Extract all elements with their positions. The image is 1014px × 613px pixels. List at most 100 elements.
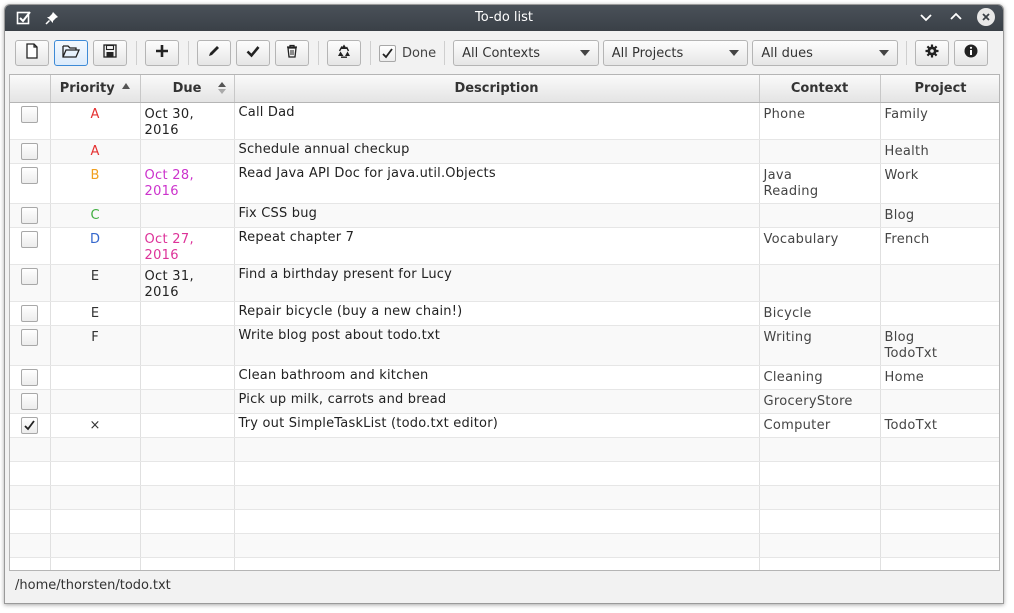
empty-cell (880, 557, 999, 570)
task-priority: E (50, 264, 141, 302)
task-table-body: A Oct 30, 2016 Call Dad Phone Family A Schedul… (10, 102, 999, 570)
empty-cell (140, 509, 235, 534)
save-file-button[interactable] (93, 40, 127, 66)
task-done-checkbox[interactable] (21, 416, 39, 434)
empty-cell (759, 461, 881, 486)
task-priority: A (50, 139, 141, 164)
task-done-cell (10, 325, 51, 366)
task-row[interactable]: B Oct 28, 2016 Read Java API Doc for java.… (10, 163, 999, 204)
project-filter-select[interactable]: All Projects (602, 40, 749, 66)
task-context: Cleaning (759, 365, 881, 390)
task-row[interactable]: Clean bathroom and kitchen Cleaning Home (10, 365, 999, 390)
empty-cell (234, 437, 760, 462)
task-description: Pick up milk, carrots and bread (234, 389, 760, 414)
task-done-checkbox[interactable] (21, 230, 39, 248)
task-row[interactable]: × Try out SimpleTaskList (todo.txt editor… (10, 413, 999, 438)
task-project (880, 264, 999, 302)
task-done-checkbox[interactable] (21, 166, 39, 184)
chevron-down-icon (879, 50, 890, 56)
task-row[interactable]: D Oct 27, 2016 Repeat chapter 7 Vocabulary F… (10, 227, 999, 265)
done-filter-toggle[interactable]: Done (378, 44, 436, 62)
empty-cell (10, 461, 51, 486)
task-done-checkbox[interactable] (21, 328, 39, 346)
task-row[interactable]: C Fix CSS bug Blog (10, 203, 999, 228)
about-button[interactable] (954, 40, 989, 66)
done-filter-checkbox[interactable] (378, 44, 396, 62)
close-window-icon[interactable] (977, 8, 995, 26)
task-row[interactable]: A Schedule annual checkup Health (10, 139, 999, 164)
task-done-checkbox[interactable] (21, 206, 39, 224)
gear-icon (925, 44, 939, 62)
task-row[interactable]: E Repair bicycle (buy a new chain!) Bicycl… (10, 301, 999, 326)
task-context: Vocabulary (759, 227, 881, 265)
empty-cell (10, 437, 51, 462)
save-disk-icon (103, 44, 117, 62)
archive-done-button[interactable] (326, 40, 361, 66)
empty-cell (140, 557, 235, 570)
project-filter-value: All Projects (611, 45, 684, 61)
empty-cell (140, 461, 235, 486)
task-done-cell (10, 227, 51, 265)
task-project: Home (880, 365, 999, 390)
column-header-description[interactable]: Description (234, 75, 760, 103)
add-task-button[interactable] (144, 40, 179, 66)
sort-ascending-icon (122, 79, 131, 94)
column-header-project[interactable]: Project (880, 75, 999, 103)
empty-row (10, 509, 999, 534)
task-description: Call Dad (234, 102, 760, 140)
empty-cell (234, 461, 760, 486)
table-header-row: Priority Due Description Context Project (10, 75, 999, 103)
open-file-button[interactable] (54, 40, 88, 66)
empty-cell (140, 437, 235, 462)
column-header-context[interactable]: Context (759, 75, 881, 103)
task-row[interactable]: Pick up milk, carrots and bread GrocerySt… (10, 389, 999, 414)
column-header-done[interactable] (10, 75, 51, 103)
chevron-down-icon (729, 50, 740, 56)
task-project: Blog TodoTxt (880, 325, 999, 366)
minimize-chevron-icon[interactable] (917, 8, 935, 26)
task-row[interactable]: E Oct 31, 2016 Find a birthday present for… (10, 264, 999, 302)
toolbar-separator (906, 41, 908, 65)
task-done-checkbox[interactable] (21, 304, 39, 322)
empty-cell (234, 533, 760, 558)
task-done-checkbox[interactable] (21, 105, 39, 123)
task-due-date (140, 389, 235, 414)
complete-task-button[interactable] (235, 40, 270, 66)
empty-cell (140, 485, 235, 510)
task-done-checkbox[interactable] (21, 142, 39, 160)
task-done-checkbox[interactable] (21, 392, 39, 410)
settings-button[interactable] (915, 40, 950, 66)
title-bar[interactable]: To-do list (5, 5, 1003, 31)
empty-cell (140, 533, 235, 558)
task-row[interactable]: F Write blog post about todo.txt Writing Bl… (10, 325, 999, 366)
task-priority (50, 389, 141, 414)
empty-cell (759, 485, 881, 510)
task-row[interactable]: A Oct 30, 2016 Call Dad Phone Family (10, 102, 999, 140)
empty-row (10, 557, 999, 570)
task-priority: C (50, 203, 141, 228)
sort-indicator-icon (217, 81, 226, 99)
empty-row (10, 461, 999, 486)
new-file-button[interactable] (15, 40, 49, 66)
empty-cell (10, 557, 51, 570)
task-table[interactable]: Priority Due Description Context Project… (9, 74, 1000, 571)
empty-cell (10, 533, 51, 558)
chevron-down-icon (579, 50, 590, 56)
task-done-checkbox[interactable] (21, 267, 39, 285)
empty-cell (880, 437, 999, 462)
task-due-date (140, 139, 235, 164)
delete-task-button[interactable] (274, 40, 309, 66)
empty-cell (10, 509, 51, 534)
task-done-checkbox[interactable] (21, 368, 39, 386)
maximize-chevron-icon[interactable] (947, 8, 965, 26)
column-header-due[interactable]: Due (140, 75, 235, 103)
task-due-date: Oct 30, 2016 (140, 102, 235, 140)
column-header-priority[interactable]: Priority (50, 75, 141, 103)
due-filter-select[interactable]: All dues (752, 40, 899, 66)
context-filter-select[interactable]: All Contexts (453, 40, 599, 66)
task-done-cell (10, 163, 51, 204)
edit-task-button[interactable] (196, 40, 231, 66)
empty-cell (234, 509, 760, 534)
empty-cell (50, 485, 141, 510)
info-icon (964, 44, 978, 62)
